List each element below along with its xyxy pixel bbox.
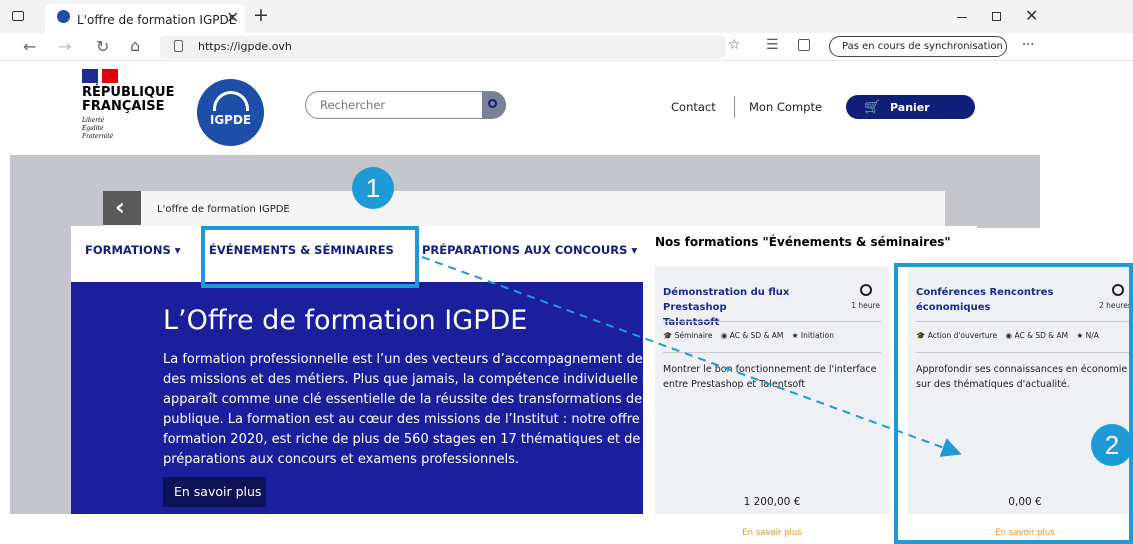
panel-title: Nos formations "Événements & séminaires" [655,235,951,249]
restore-icon[interactable] [992,12,1001,21]
step-2-badge: 2 [1091,424,1133,466]
breadcrumb-back-button[interactable]: ‹ [103,191,141,225]
close-window-icon[interactable]: ✕ [1025,6,1038,25]
menu-preparations-concours[interactable]: PRÉPARATIONS AUX CONCOURS ▾ [422,243,644,257]
card-separator [663,352,881,353]
card-type: Séminaire [674,331,713,340]
tab-close-icon[interactable]: × [226,7,239,26]
search-box[interactable] [305,91,506,119]
hero-text-line: formation 2020, est riche de plus de 560… [163,432,648,447]
forward-icon[interactable]: → [58,37,71,56]
hero-learn-more-button[interactable]: En savoir plus [163,477,266,507]
card-title-line: Démonstration du flux Prestashop [663,287,790,313]
hero-text-line: préparations aux concours et examens pro… [163,452,520,467]
marianne-flag [82,69,118,83]
star-icon: ★ [791,331,799,340]
card-separator [663,321,881,322]
rf-line2: FRANÇAISE [82,99,165,114]
hero-title: L’Offre de formation IGPDE [163,305,528,336]
card-title[interactable]: Démonstration du flux Prestashop Talents… [663,285,838,330]
card-description: Montrer le bon fonctionnement de l'inter… [663,362,883,392]
sync-button[interactable]: Pas en cours de synchronisation [829,36,1007,57]
header-divider [734,96,735,118]
card-audience: AC & SD & AM [729,331,784,340]
cart-label: Panier [890,101,930,114]
card-description-line: Montrer le bon fonctionnement de l'inter… [663,364,877,375]
minimize-icon[interactable] [957,17,967,18]
hero-text-line: apparaît comme une clé essentielle de la… [163,392,648,407]
favorites-icon[interactable]: ☰ [766,37,779,53]
devise-3: Fraternité [82,133,114,140]
rf-line1: RÉPUBLIQUE [82,85,175,100]
search-input[interactable] [320,98,470,112]
browser-tab[interactable]: L'offre de formation IGPDE [45,4,245,33]
step-1-badge: 1 [352,167,394,209]
hero-text-line: La formation professionnelle est l’un de… [163,352,648,367]
republique-francaise-logo: RÉPUBLIQUE FRANÇAISE Liberté Égalité Fra… [82,69,175,141]
breadcrumb-label[interactable]: L'offre de formation IGPDE [157,204,290,215]
igpde-logo-text: IGPDE [209,113,252,127]
tab-favicon-icon [57,10,70,23]
card-title-line: Talentsoft [663,317,720,328]
tab-actions-icon[interactable] [12,11,24,21]
igpde-logo[interactable]: IGPDE [197,79,264,146]
highlight-menu-evenements [201,226,419,288]
hero-text-line: des missions et des métiers. Plus que ja… [163,372,648,387]
devise-1: Liberté [82,117,105,124]
lock-icon [174,40,183,52]
settings-more-icon[interactable]: ··· [1022,38,1034,53]
url-text[interactable]: https://igpde.ovh [198,40,292,53]
contact-link[interactable]: Contact [671,100,716,114]
breadcrumb: L'offre de formation IGPDE [103,191,945,228]
card-duration: 1 heure [851,301,880,310]
user-circle-icon: ◉ [720,331,728,340]
add-favorite-icon[interactable]: ☆ [728,37,741,53]
hero-text-line: publique. La formation est au cœur des m… [163,412,648,427]
highlight-card-conferences [894,263,1133,544]
collections-icon[interactable] [798,39,810,51]
card-price: 1 200,00 € [743,496,801,508]
home-icon[interactable]: ⌂ [130,36,140,55]
card-meta: 🎓 Séminaire ◉ AC & SD & AM ★ Initiation [663,331,834,340]
igpde-arcs-icon [212,91,249,111]
menu-formations[interactable]: FORMATIONS ▾ [85,243,181,257]
chevron-left-icon: ‹ [115,193,125,221]
card-level: Initiation [800,331,834,340]
back-icon[interactable]: ← [23,37,36,56]
graduation-cap-icon: 🎓 [663,331,673,340]
devise-2: Égalité [82,125,104,132]
new-tab-icon[interactable]: + [253,4,269,26]
tab-title: L'offre de formation IGPDE [77,13,237,27]
hero-text: La formation professionnelle est l’un de… [163,350,648,470]
account-link[interactable]: Mon Compte [749,100,822,114]
card-description-line: entre Prestashop et Talentsoft [663,379,806,390]
cart-icon: 🛒 [864,100,881,115]
search-icon [488,99,497,108]
clock-icon [860,284,872,296]
refresh-icon[interactable]: ↻ [96,37,109,56]
card-learn-more-link[interactable]: En savoir plus [655,528,889,538]
